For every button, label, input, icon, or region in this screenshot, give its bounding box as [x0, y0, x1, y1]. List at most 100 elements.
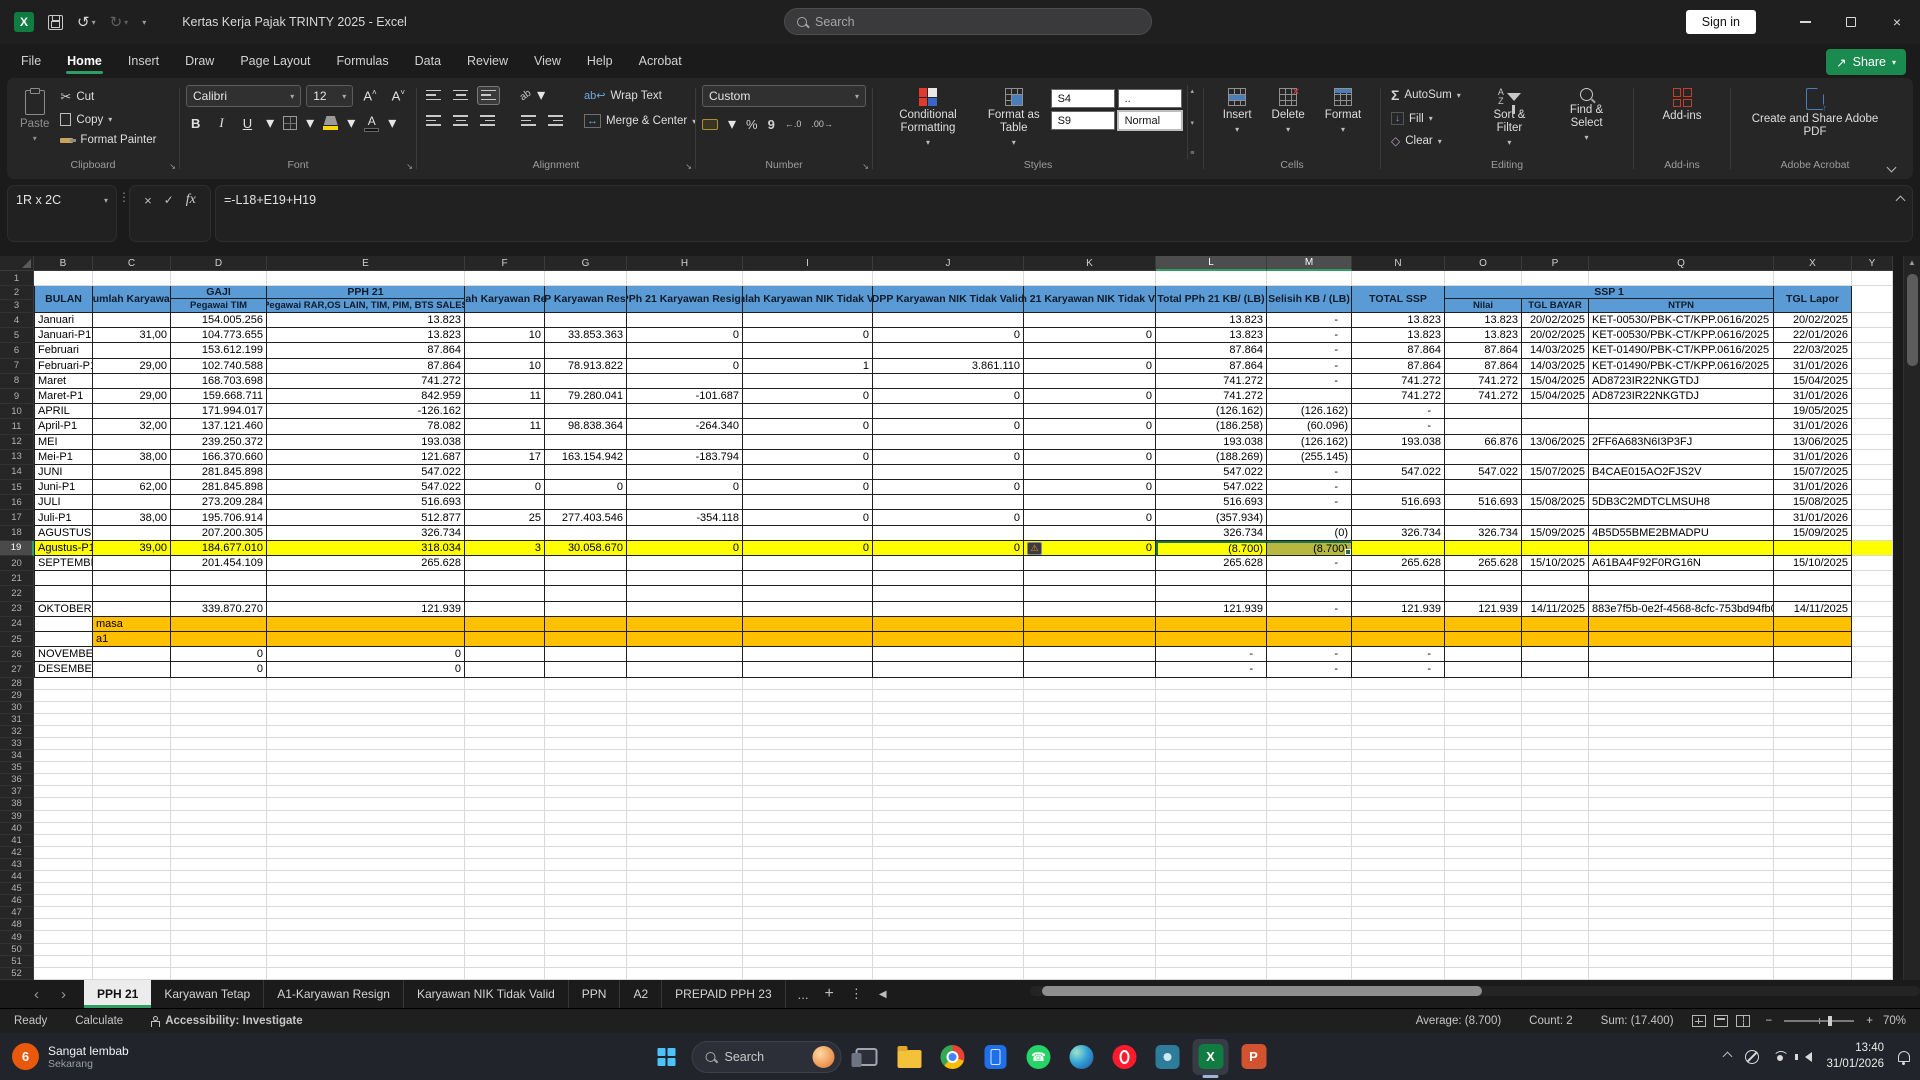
cell-H33[interactable]	[627, 737, 743, 751]
cell-H38[interactable]	[627, 798, 743, 811]
cell-Q34[interactable]	[1589, 750, 1774, 763]
cell-F45[interactable]	[465, 883, 545, 896]
cell-F23[interactable]	[465, 601, 545, 617]
cell-F22[interactable]	[465, 586, 545, 602]
cell-H42[interactable]	[627, 846, 743, 859]
cell-style-s9[interactable]: S9	[1050, 111, 1115, 130]
cell-N4[interactable]: 13.823	[1352, 313, 1445, 329]
cell-C5[interactable]: 31,00	[93, 328, 171, 344]
addins-button[interactable]: Add-ins	[1656, 85, 1709, 159]
cell-N36[interactable]	[1352, 774, 1445, 787]
cell-L41[interactable]	[1156, 834, 1267, 847]
column-header-O[interactable]: O	[1445, 256, 1522, 271]
cell-B36[interactable]	[34, 774, 93, 787]
cell-M16[interactable]: -	[1267, 495, 1352, 511]
cell-J23[interactable]	[873, 601, 1024, 617]
cell-G28[interactable]	[545, 677, 627, 690]
cell-K21[interactable]	[1024, 571, 1156, 587]
cell-F50[interactable]	[465, 943, 545, 956]
cell-K36[interactable]	[1024, 774, 1156, 787]
cell-X10[interactable]: 19/05/2025	[1774, 404, 1852, 420]
cell-B32[interactable]	[34, 725, 93, 738]
shrink-font-button[interactable]: A˅	[387, 87, 410, 104]
cell-F1[interactable]	[465, 271, 545, 286]
cell-M52[interactable]	[1267, 967, 1352, 980]
cell-G31[interactable]	[545, 713, 627, 726]
cell-E47[interactable]	[267, 907, 465, 920]
cell-O35[interactable]	[1445, 762, 1522, 775]
zoom-out-button[interactable]: −	[1754, 1015, 1777, 1027]
cell-Y41[interactable]	[1852, 834, 1893, 847]
cell-B35[interactable]	[34, 762, 93, 775]
cell-N47[interactable]	[1352, 907, 1445, 920]
cell-H23[interactable]	[627, 601, 743, 617]
cell-L26[interactable]: -	[1156, 647, 1267, 663]
cell-X46[interactable]	[1774, 895, 1852, 908]
cell-H31[interactable]	[627, 713, 743, 726]
cell-X43[interactable]	[1774, 858, 1852, 871]
cell-O41[interactable]	[1445, 834, 1522, 847]
cell-K33[interactable]	[1024, 737, 1156, 751]
cell-O24[interactable]	[1445, 616, 1522, 632]
cell-M34[interactable]	[1267, 750, 1352, 763]
cell-J41[interactable]	[873, 834, 1024, 847]
cell-F48[interactable]	[465, 919, 545, 932]
row-header-43[interactable]: 43	[0, 858, 34, 871]
increase-indent-button[interactable]	[545, 112, 566, 129]
cell-K7[interactable]: 0	[1024, 358, 1156, 374]
cell-L1[interactable]	[1156, 271, 1267, 286]
cell-D52[interactable]	[171, 967, 267, 980]
cell-Y37[interactable]	[1852, 786, 1893, 799]
cell-K5[interactable]: 0	[1024, 328, 1156, 344]
cell-C4[interactable]	[93, 313, 171, 329]
cell-X38[interactable]	[1774, 798, 1852, 811]
cell-I5[interactable]: 0	[743, 328, 873, 344]
cell-X49[interactable]	[1774, 931, 1852, 944]
format-as-table-button[interactable]: Format as Table ▾	[977, 85, 1051, 159]
cell-P51[interactable]	[1522, 955, 1589, 968]
row-header-19[interactable]: 19	[0, 540, 34, 556]
cell-M8[interactable]: -	[1267, 373, 1352, 389]
cell-D21[interactable]	[171, 571, 267, 587]
cell-I6[interactable]	[743, 343, 873, 359]
cell-Q25[interactable]	[1589, 631, 1774, 648]
cell-O1[interactable]	[1445, 271, 1522, 286]
row-header-36[interactable]: 36	[0, 774, 34, 787]
cell-G34[interactable]	[545, 750, 627, 763]
cell-L16[interactable]: 516.693	[1156, 495, 1267, 511]
cell-H10[interactable]	[627, 404, 743, 420]
tab-help[interactable]: Help	[574, 48, 626, 74]
cell-P40[interactable]	[1522, 822, 1589, 835]
cell-G19[interactable]: 30.058.670	[545, 540, 627, 556]
borders-icon[interactable]	[283, 116, 298, 130]
cell-L48[interactable]	[1156, 919, 1267, 932]
cell-G30[interactable]	[545, 701, 627, 714]
cell-N34[interactable]	[1352, 750, 1445, 763]
cell-E10[interactable]: -126.162	[267, 404, 465, 420]
cell-D27[interactable]: 0	[171, 662, 267, 678]
cell-K41[interactable]	[1024, 834, 1156, 847]
cell-B11[interactable]: April-P1	[34, 419, 93, 435]
cell-K8[interactable]	[1024, 373, 1156, 389]
cell-D49[interactable]	[171, 931, 267, 944]
cell-C6[interactable]	[93, 343, 171, 359]
cell-C17[interactable]: 38,00	[93, 510, 171, 526]
cell-O11[interactable]	[1445, 419, 1522, 435]
cell-K43[interactable]	[1024, 858, 1156, 871]
cell-D42[interactable]	[171, 846, 267, 859]
cell-P25[interactable]	[1522, 631, 1589, 648]
cell-N49[interactable]	[1352, 931, 1445, 944]
cell-L50[interactable]	[1156, 943, 1267, 956]
cell-E16[interactable]: 516.693	[267, 495, 465, 511]
cell-F12[interactable]	[465, 434, 545, 450]
cell-B27[interactable]: DESEMBER	[34, 662, 93, 678]
cell-D28[interactable]	[171, 677, 267, 690]
cell-F11[interactable]: 11	[465, 419, 545, 435]
cell-Q41[interactable]	[1589, 834, 1774, 847]
cell-P30[interactable]	[1522, 701, 1589, 714]
cell-G14[interactable]	[545, 464, 627, 481]
column-header-H[interactable]: H	[627, 256, 743, 271]
cell-K32[interactable]	[1024, 725, 1156, 738]
cell-X5[interactable]: 22/01/2026	[1774, 328, 1852, 344]
cell-E6[interactable]: 87.864	[267, 343, 465, 359]
